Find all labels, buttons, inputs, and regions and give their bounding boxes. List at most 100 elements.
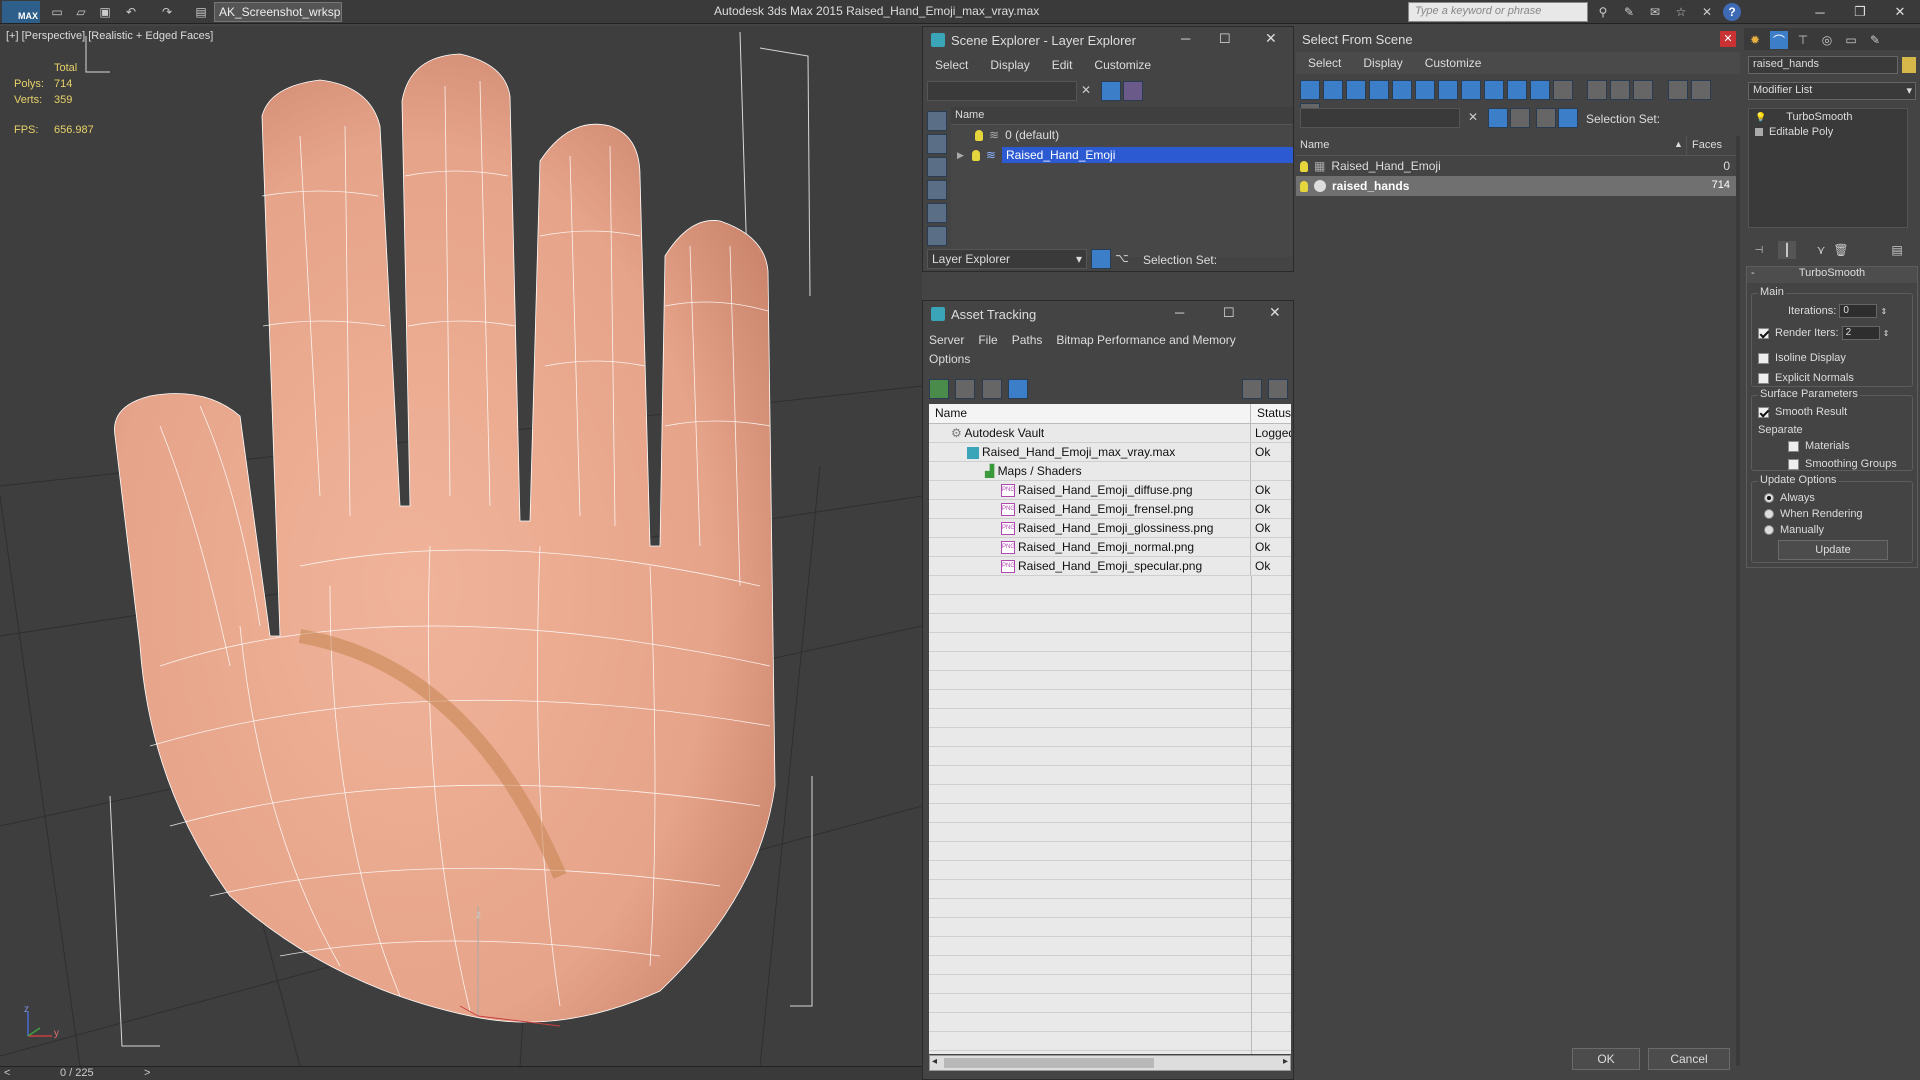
remove-modifier-icon[interactable]: 🗑 — [1832, 241, 1850, 259]
configure-sets-icon[interactable]: ▤ — [1888, 241, 1906, 259]
new-file-icon[interactable]: ▭ — [48, 3, 66, 21]
time-slider[interactable]: < 0 / 225 > — [0, 1066, 922, 1080]
menu-customize[interactable]: Customize — [1094, 58, 1151, 72]
asset-row-png[interactable]: PNG Raised_Hand_Emoji_glossiness.png Ok — [929, 519, 1291, 538]
filter-xrefs-icon[interactable] — [1461, 80, 1481, 100]
object-row-selected[interactable]: raised_hands 714 — [1296, 176, 1736, 196]
expand-arrow-icon[interactable]: ▶ — [957, 150, 964, 161]
col-name-header[interactable]: Name — [1300, 139, 1329, 151]
time-next-button[interactable]: > — [144, 1067, 150, 1079]
app-logo[interactable]: MAX — [2, 1, 40, 23]
close-x-icon[interactable]: ✕ — [1698, 3, 1716, 21]
save-file-icon[interactable]: ▣ — [96, 3, 114, 21]
object-name-input[interactable]: raised_hands — [1748, 56, 1898, 74]
binoculars-icon[interactable]: ⚲ — [1594, 3, 1612, 21]
list-view-icon[interactable] — [955, 379, 976, 399]
layer-tools-icon[interactable] — [1123, 81, 1143, 101]
stack-item-turbosmooth[interactable]: 💡 TurboSmooth — [1749, 109, 1907, 125]
workspace-dropdown[interactable]: AK_Screenshot_wrksp ▾ — [214, 2, 342, 22]
close-window-icon[interactable]: ✕ — [1880, 0, 1920, 24]
menu-display[interactable]: Display — [990, 58, 1029, 72]
select-none-icon[interactable] — [1610, 80, 1631, 100]
smoothing-groups-checkbox[interactable] — [1788, 458, 1799, 470]
materials-checkbox[interactable] — [1788, 440, 1799, 452]
asset-tracking-titlebar[interactable]: Asset Tracking ─ ☐ ✕ — [923, 301, 1293, 327]
restore-window-icon[interactable]: ❐ — [1840, 0, 1880, 24]
layer-row-default[interactable]: ≋ 0 (default) — [951, 125, 1293, 145]
filter-funnel-icon[interactable] — [1667, 80, 1688, 100]
select-all-icon[interactable] — [1587, 80, 1608, 100]
col-status-header[interactable]: Status — [1251, 404, 1291, 423]
hierarchy-icon[interactable] — [1536, 108, 1556, 128]
hand-model[interactable] — [114, 53, 776, 1023]
filter-groups-icon[interactable] — [1438, 80, 1458, 100]
explorer-type-dropdown[interactable]: Layer Explorer ▾ — [927, 249, 1087, 269]
undo-icon[interactable]: ↶ — [122, 3, 140, 21]
sfs-titlebar[interactable]: Select From Scene ✕ — [1296, 26, 1740, 52]
layer-row-raised-hand[interactable]: ▶ ≋ Raised_Hand_Emoji — [951, 145, 1293, 165]
hierarchy-tab-icon[interactable]: ⊤ — [1794, 31, 1812, 49]
help-icon[interactable] — [1242, 379, 1262, 399]
menu-select[interactable]: Select — [1308, 56, 1341, 70]
filter-icon[interactable] — [1488, 108, 1508, 128]
menu-bitmap-performance[interactable]: Bitmap Performance and Memory — [1056, 331, 1235, 350]
layer-visibility-bulb-icon[interactable] — [975, 129, 983, 141]
render-iters-checkbox[interactable] — [1758, 327, 1769, 339]
thumbnail-view-icon[interactable] — [981, 379, 1002, 399]
sfs-search-input[interactable] — [1300, 108, 1460, 128]
maximize-icon[interactable]: ☐ — [1219, 31, 1231, 47]
menu-paths[interactable]: Paths — [1012, 331, 1043, 350]
options-icon[interactable] — [1690, 80, 1711, 100]
settings-icon[interactable] — [1268, 379, 1288, 399]
create-tab-icon[interactable]: ✹ — [1746, 31, 1764, 49]
layer-visibility-bulb-icon[interactable] — [971, 149, 980, 161]
col-faces-header[interactable]: Faces — [1692, 139, 1722, 151]
filter-frozen-icon[interactable] — [1530, 80, 1550, 100]
display-cameras-icon[interactable] — [927, 180, 947, 200]
rollout-header[interactable]: - TurboSmooth — [1747, 267, 1917, 283]
sfs-splitter[interactable] — [1736, 136, 1740, 1066]
menu-options[interactable]: Options — [929, 350, 970, 369]
ok-button[interactable]: OK — [1572, 1048, 1640, 1070]
select-invert-icon[interactable] — [1633, 80, 1654, 100]
spinner-arrows-icon[interactable]: ⇕ — [1883, 329, 1890, 338]
layer-column-header[interactable]: Name — [951, 107, 1293, 125]
make-unique-icon[interactable]: ⋎ — [1812, 241, 1830, 259]
manually-radio[interactable] — [1764, 525, 1774, 536]
iterations-spinner[interactable]: 0 — [1839, 304, 1878, 318]
menu-server[interactable]: Server — [929, 331, 964, 350]
minimize-icon[interactable]: ─ — [1175, 305, 1184, 320]
display-shapes-icon[interactable] — [927, 134, 947, 154]
scene-search-input[interactable] — [927, 81, 1077, 101]
help-icon[interactable]: ? — [1723, 3, 1741, 21]
collapse-icon[interactable]: - — [1751, 267, 1755, 279]
filter-shapes-icon[interactable] — [1323, 80, 1343, 100]
modifier-list-dropdown[interactable]: Modifier List ▾ — [1748, 82, 1916, 100]
perspective-viewport[interactable]: [+] [Perspective] [Realistic + Edged Fac… — [0, 26, 922, 1066]
utilities-tab-icon[interactable]: ✎ — [1866, 31, 1884, 49]
asset-row-maps[interactable]: ▟ Maps / Shaders — [929, 462, 1291, 481]
filter-geometry-icon[interactable] — [1300, 80, 1320, 100]
col-name-header[interactable]: Name — [929, 404, 1251, 423]
asset-row-vault[interactable]: ⚙ Autodesk Vault Logged — [929, 424, 1291, 443]
communication-icon[interactable]: ✉ — [1646, 3, 1664, 21]
help-search-input[interactable]: Type a keyword or phrase — [1408, 2, 1588, 22]
scroll-left-icon[interactable]: ◂ — [932, 1056, 937, 1067]
menu-file[interactable]: File — [978, 331, 997, 350]
asset-row-png[interactable]: PNG Raised_Hand_Emoji_frensel.png Ok — [929, 500, 1291, 519]
display-tab-icon[interactable]: ▭ — [1842, 31, 1860, 49]
object-color-swatch[interactable] — [1902, 57, 1916, 73]
light-bulb-icon[interactable]: 💡 — [1755, 112, 1766, 123]
filter-hidden-icon[interactable] — [1553, 80, 1573, 100]
menu-display[interactable]: Display — [1363, 56, 1402, 70]
menu-edit[interactable]: Edit — [1052, 58, 1073, 72]
visibility-bulb-icon[interactable] — [1300, 160, 1308, 172]
asset-row-max-file[interactable]: Raised_Hand_Emoji_max_vray.max Ok — [929, 443, 1291, 462]
viewport-label[interactable]: [+] [Perspective] [Realistic + Edged Fac… — [6, 30, 213, 42]
filter-containers-icon[interactable] — [1507, 80, 1527, 100]
visibility-bulb-icon[interactable] — [1300, 180, 1308, 192]
filter-helpers-icon[interactable] — [1392, 80, 1412, 100]
cancel-button[interactable]: Cancel — [1648, 1048, 1730, 1070]
render-iters-spinner[interactable]: 2 — [1841, 326, 1880, 340]
display-children-icon[interactable] — [1558, 108, 1578, 128]
